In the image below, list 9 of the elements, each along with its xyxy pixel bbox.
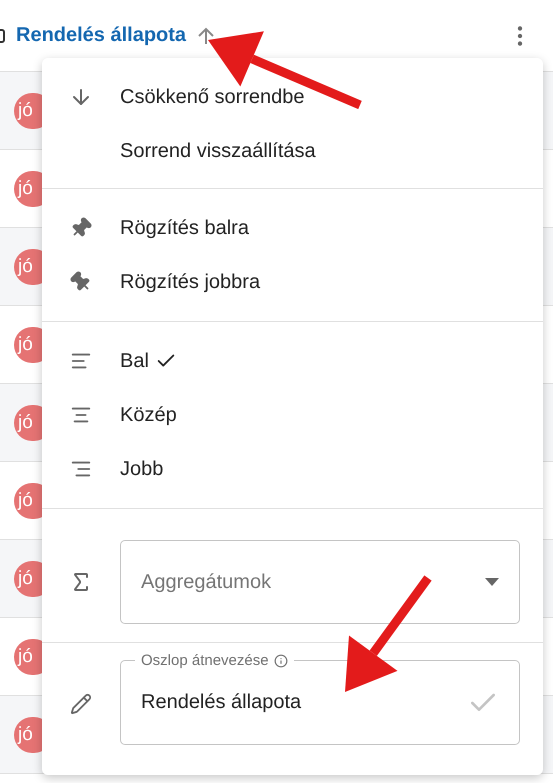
- field-label: Oszlop átnevezése: [141, 652, 269, 669]
- column-title[interactable]: Rendelés állapota: [16, 24, 186, 47]
- aggregate-select[interactable]: Aggregátumok: [120, 540, 520, 624]
- info-icon: [274, 654, 288, 668]
- caret-icon: [485, 578, 499, 586]
- pencil-icon: [70, 692, 92, 714]
- rename-field[interactable]: Oszlop átnevezése Rendelés állapota: [120, 652, 520, 745]
- sort-icon[interactable]: [196, 26, 216, 46]
- text-input[interactable]: Rendelés állapota: [141, 691, 431, 714]
